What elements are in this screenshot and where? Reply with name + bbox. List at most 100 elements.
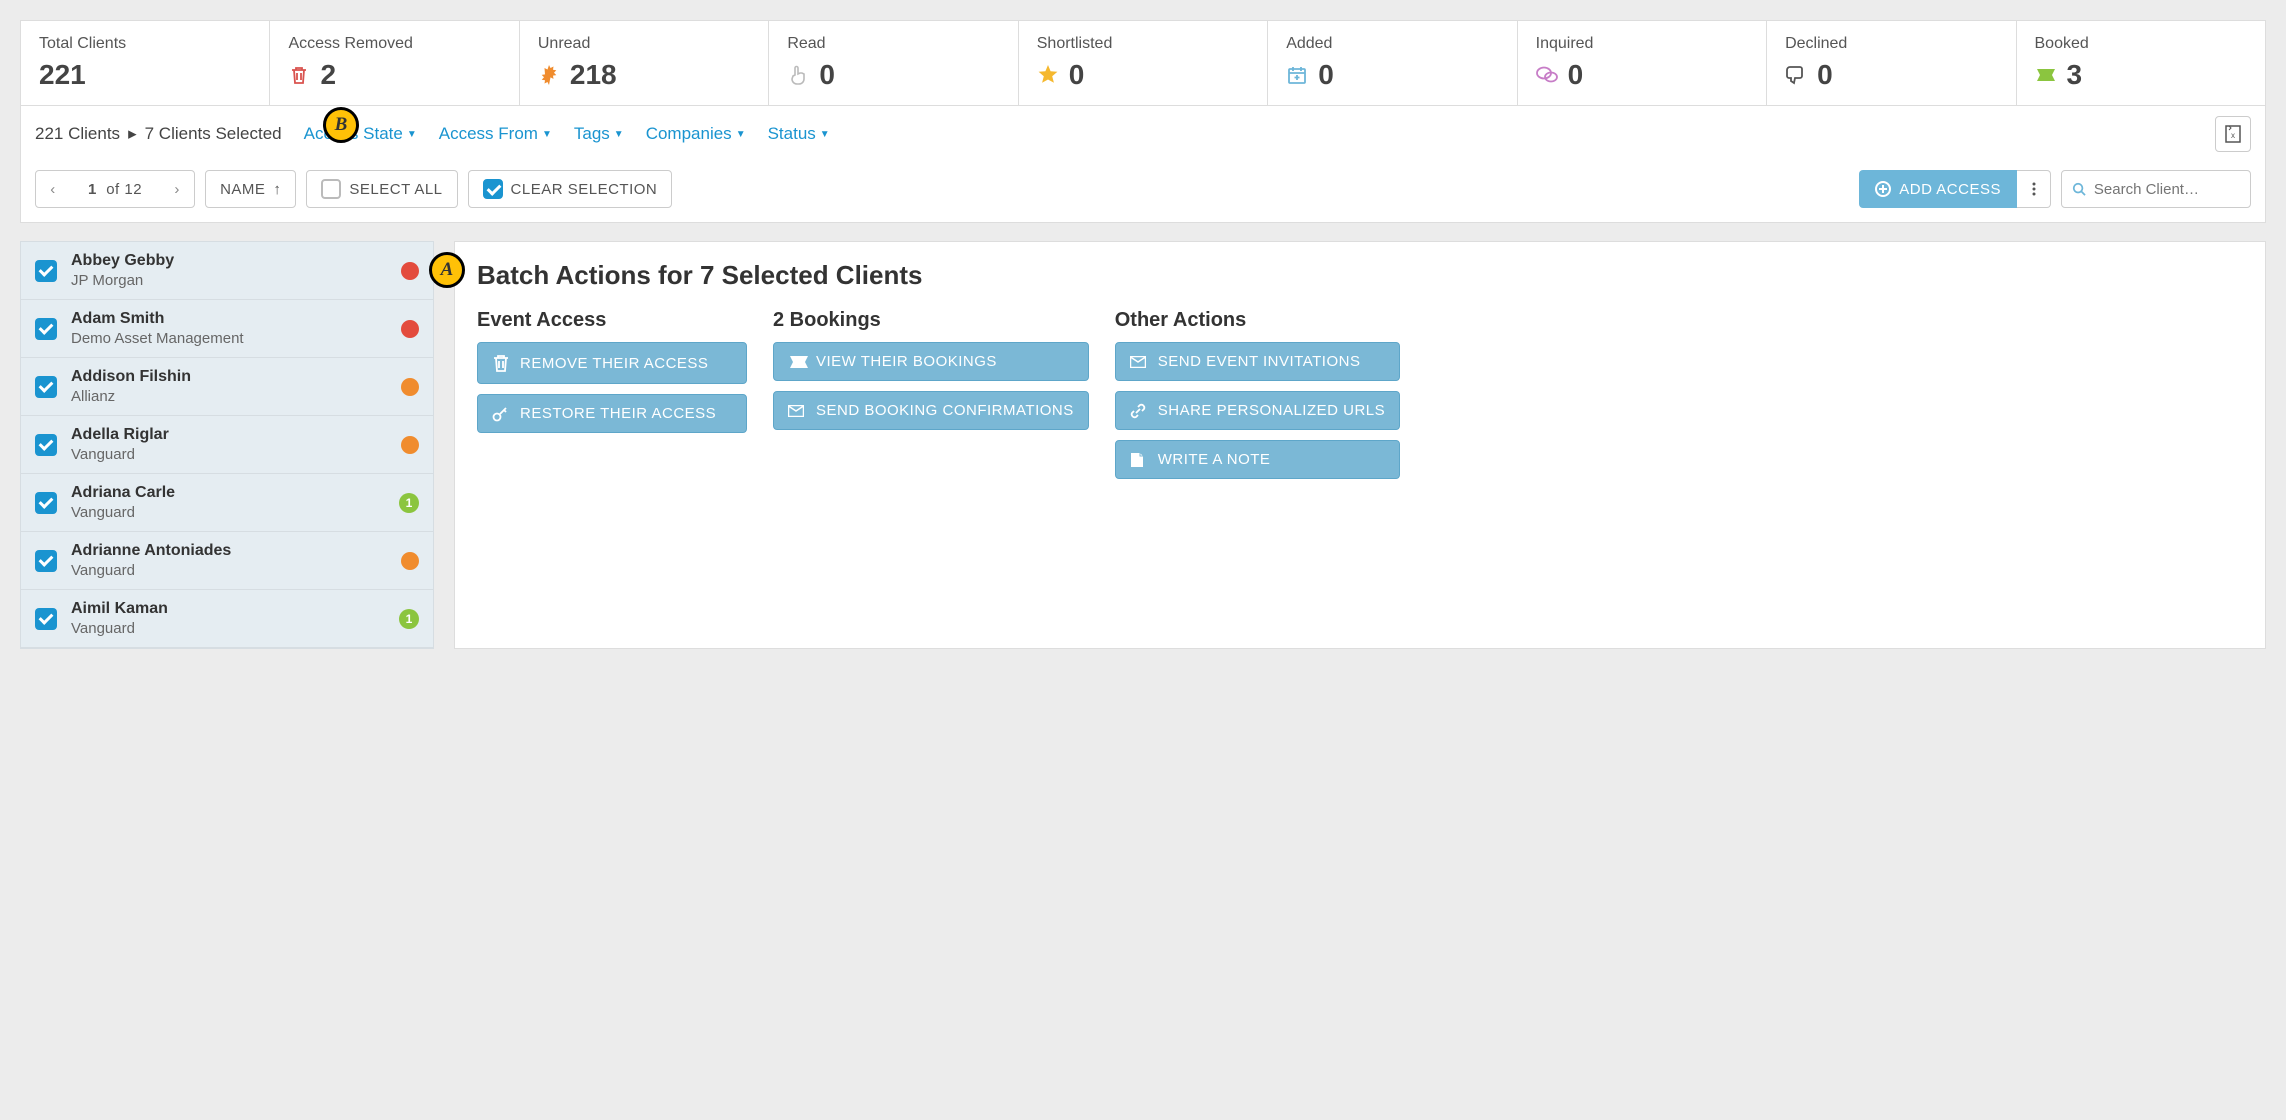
batch-column-title: Event Access [477,309,747,332]
breadcrumb: 221 Clients ▸ 7 Clients Selected [35,124,282,144]
stat-label: Inquired [1536,35,1748,53]
batch-button[interactable]: VIEW THEIR BOOKINGS [773,342,1089,381]
client-item[interactable]: Aimil KamanVanguard 1 [21,590,433,648]
stat-cell[interactable]: Booked3 [2017,21,2265,105]
trash-icon [492,353,508,373]
ticket-icon [2035,64,2057,86]
batch-column: Other Actions SEND EVENT INVITATIONS SHARE… [1115,309,1400,489]
batch-button[interactable]: WRITE A NOTE [1115,440,1400,479]
batch-button[interactable]: RESTORE THEIR ACCESS [477,394,747,433]
client-checkbox[interactable] [35,492,57,514]
status-badge: 1 [399,609,419,629]
caret-down-icon: ▼ [614,129,624,140]
search-box[interactable] [2061,170,2251,208]
stat-cell[interactable]: Added 0 [1268,21,1517,105]
client-company: Vanguard [71,562,387,579]
star-icon [1037,64,1059,86]
pager-next[interactable]: › [160,171,194,207]
export-button[interactable]: x [2215,116,2251,152]
client-checkbox[interactable] [35,434,57,456]
stat-label: Total Clients [39,35,251,53]
batch-button-label: RESTORE THEIR ACCESS [520,405,716,422]
client-item[interactable]: Abbey GebbyJP Morgan [21,242,433,300]
ticket-icon [788,354,804,370]
burst-icon [538,64,560,86]
batch-button[interactable]: REMOVE THEIR ACCESS [477,342,747,384]
stat-cell[interactable]: Unread218 [520,21,769,105]
status-badge: 1 [399,493,419,513]
client-item[interactable]: Adam SmithDemo Asset Management [21,300,433,358]
batch-button[interactable]: SHARE PERSONALIZED URLS [1115,391,1400,430]
clear-selection-button[interactable]: CLEAR SELECTION [468,170,673,208]
search-input[interactable] [2094,181,2240,198]
stat-value: 3 [2067,59,2083,91]
select-all-button[interactable]: SELECT ALL [306,170,457,208]
client-item[interactable]: Adella RiglarVanguard [21,416,433,474]
batch-button-label: SEND BOOKING CONFIRMATIONS [816,402,1074,419]
filter-status[interactable]: Status ▼ [768,124,830,144]
add-access-label: ADD ACCESS [1899,181,2001,198]
stat-value: 0 [1069,59,1085,91]
add-access-button[interactable]: ADD ACCESS [1859,170,2017,208]
pager-prev[interactable]: ‹ [36,171,70,207]
client-name: Adam Smith [71,310,387,328]
client-info: Addison FilshinAllianz [71,368,387,405]
client-name: Adriana Carle [71,484,385,502]
key-icon [492,406,508,422]
client-info: Adella RiglarVanguard [71,426,387,463]
filter-access-from[interactable]: Access From ▼ [439,124,552,144]
stat-cell[interactable]: Total Clients221 [21,21,270,105]
caret-down-icon: ▼ [407,129,417,140]
batch-button[interactable]: SEND EVENT INVITATIONS [1115,342,1400,381]
breadcrumb-selected: 7 Clients Selected [145,124,282,144]
stat-label: Added [1286,35,1498,53]
client-item[interactable]: Adrianne AntoniadesVanguard [21,532,433,590]
client-checkbox[interactable] [35,318,57,340]
stat-cell[interactable]: Declined0 [1767,21,2016,105]
client-checkbox[interactable] [35,260,57,282]
chevron-right-icon: ▸ [128,124,137,144]
checkbox-icon [321,179,341,199]
client-name: Abbey Gebby [71,252,387,270]
stat-label: Access Removed [288,35,500,53]
client-checkbox[interactable] [35,608,57,630]
client-item[interactable]: Addison FilshinAllianz [21,358,433,416]
annotation-a: A [429,252,465,288]
clear-selection-label: CLEAR SELECTION [511,181,658,198]
client-info: Aimil KamanVanguard [71,600,385,637]
stat-cell[interactable]: Shortlisted0 [1019,21,1268,105]
batch-button-label: REMOVE THEIR ACCESS [520,355,708,372]
sort-button[interactable]: NAME ↑ [205,170,296,208]
batch-button[interactable]: SEND BOOKING CONFIRMATIONS [773,391,1089,430]
caret-down-icon: ▼ [736,129,746,140]
stat-value: 0 [1318,59,1334,91]
client-name: Adella Riglar [71,426,387,444]
pager: ‹ 1 of 12 › [35,170,195,208]
client-company: Vanguard [71,504,385,521]
dots-vertical-icon [2032,182,2036,196]
stat-label: Declined [1785,35,1997,53]
breadcrumb-total: 221 Clients [35,124,120,144]
client-name: Aimil Kaman [71,600,385,618]
filter-companies[interactable]: Companies ▼ [646,124,746,144]
batch-column-title: Other Actions [1115,309,1400,332]
client-info: Adam SmithDemo Asset Management [71,310,387,347]
pager-page: 1 [88,181,97,198]
link-icon [1130,403,1146,419]
main-panel: Total Clients221 Access Removed 2 Unread218… [20,20,2266,223]
stat-cell[interactable]: Inquired0 [1518,21,1767,105]
stat-label: Unread [538,35,750,53]
stat-value: 2 [320,59,336,91]
filter-tags[interactable]: Tags ▼ [574,124,624,144]
stat-cell[interactable]: Access Removed 2 [270,21,519,105]
pointer-icon [787,64,809,86]
caret-down-icon: ▼ [542,129,552,140]
filter-access-state[interactable]: Access State ▼ [304,124,417,144]
stat-cell[interactable]: Read0 [769,21,1018,105]
client-checkbox[interactable] [35,550,57,572]
more-button[interactable] [2017,170,2051,208]
filters: Access State ▼ Access From ▼ Tags ▼ Compani… [304,124,830,144]
status-dot [401,552,419,570]
client-checkbox[interactable] [35,376,57,398]
client-item[interactable]: Adriana Carle Vanguard 1 [21,474,433,532]
